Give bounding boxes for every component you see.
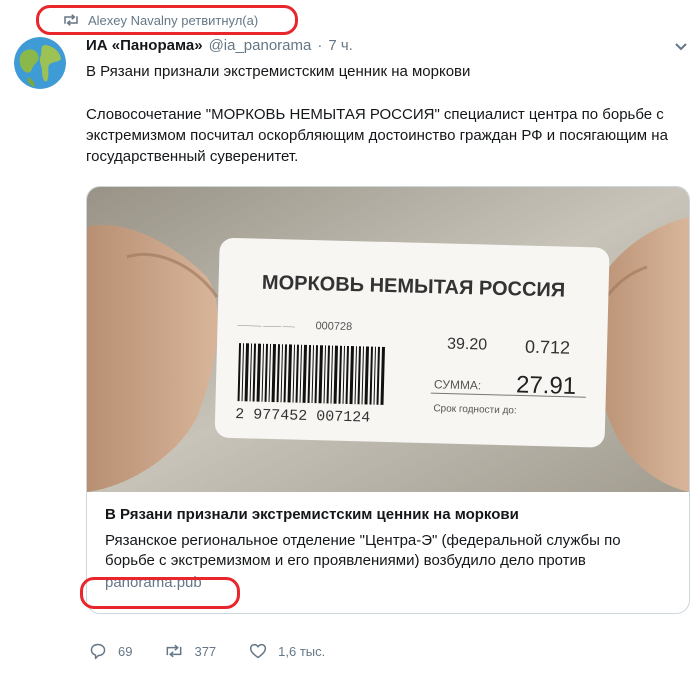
retweet-icon xyxy=(167,644,182,658)
barcode xyxy=(235,343,387,405)
retweet-count: 377 xyxy=(194,643,217,659)
label-sum-caption: СУММА: xyxy=(434,377,482,392)
link-card[interactable]: МОРКОВЬ НЕМЫТАЯ РОССИЯ ———— ——— —— 00072… xyxy=(86,186,690,614)
card-domain[interactable]: panorama.pub xyxy=(105,574,671,591)
reply-icon xyxy=(90,643,106,660)
like-count: 1,6 тыс. xyxy=(278,643,326,659)
label-weight: 0.712 xyxy=(525,337,571,358)
card-title[interactable]: В Рязани признали экстремистским ценник … xyxy=(105,505,671,525)
label-expiry: Срок годности до: xyxy=(433,403,517,416)
avatar[interactable] xyxy=(14,37,66,89)
tweet-title: В Рязани признали экстремистским ценник … xyxy=(86,63,471,80)
like-icon xyxy=(250,643,267,659)
reply-count: 69 xyxy=(118,643,133,659)
tweet-actions: 69 377 1,6 тыс. xyxy=(88,640,357,662)
retweet-icon xyxy=(64,14,78,26)
card-image: МОРКОВЬ НЕМЫТАЯ РОССИЯ ———— ——— —— 00072… xyxy=(87,187,689,492)
label-price: 39.20 xyxy=(447,336,488,354)
author-name[interactable]: ИА «Панорама» xyxy=(86,37,203,54)
tweet-body: Словосочетание "МОРКОВЬ НЕМЫТАЯ РОССИЯ" … xyxy=(86,106,668,165)
label-code: 000728 xyxy=(315,320,352,333)
barcode-number: 2 977452 007124 xyxy=(235,406,370,427)
tweet-header: ИА «Панорама» @ia_panorama · 7 ч. xyxy=(86,37,353,59)
label-total: 27.91 xyxy=(516,371,577,400)
separator-dot: · xyxy=(317,37,323,54)
card-description: Рязанское региональное отделение "Центра… xyxy=(105,532,621,569)
author-handle[interactable]: @ia_panorama xyxy=(209,37,312,54)
chevron-down-icon[interactable] xyxy=(674,42,688,52)
globe-icon xyxy=(14,37,66,89)
retweet-context-text: Alexey Navalny ретвитнул(а) xyxy=(88,12,259,28)
retweet-button[interactable]: 377 xyxy=(164,642,216,660)
reply-button[interactable]: 69 xyxy=(88,642,132,660)
retweet-context[interactable]: Alexey Navalny ретвитнул(а) xyxy=(62,10,258,30)
card-text: В Рязани признали экстремистским ценник … xyxy=(87,492,689,591)
like-button[interactable]: 1,6 тыс. xyxy=(248,642,325,660)
tweet-time[interactable]: 7 ч. xyxy=(328,37,353,54)
